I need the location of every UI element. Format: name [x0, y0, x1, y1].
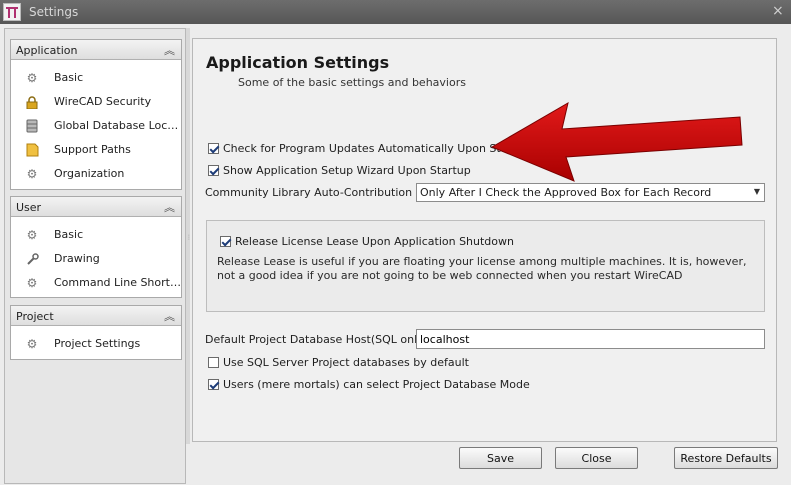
close-window-icon[interactable]: × [772, 3, 784, 19]
gear-icon: ⚙ [26, 276, 38, 290]
community-library-label: Community Library Auto-Contribution Mode [205, 186, 446, 199]
restore-defaults-button[interactable]: Restore Defaults [674, 447, 778, 469]
sidebar-item-user-basic[interactable]: ⚙ Basic [11, 223, 181, 247]
collapse-icon[interactable]: ︽ [164, 42, 175, 58]
window-title: Settings [29, 5, 79, 19]
nav-group-title: Project [16, 310, 54, 323]
checkbox-label: Use SQL Server Project databases by defa… [223, 356, 469, 369]
nav-group-header-project[interactable]: Project ︽ [11, 306, 181, 326]
pane-splitter[interactable]: ⋮ [186, 28, 192, 444]
release-lease-description: Release Lease is useful if you are float… [217, 255, 747, 282]
release-lease-checkbox[interactable] [220, 236, 231, 247]
sidebar-item-global-database-location[interactable]: Global Database Loc… [11, 114, 181, 138]
sidebar-item-label: WireCAD Security [54, 95, 152, 108]
nav-group-user: User ︽ ⚙ Basic Drawing ⚙ Command Line Sh… [10, 196, 182, 298]
collapse-icon[interactable]: ︽ [164, 308, 175, 324]
gear-icon: ⚙ [26, 71, 38, 85]
nav-group-title: User [16, 201, 42, 214]
sidebar-item-label: Drawing [54, 252, 100, 265]
community-library-dropdown[interactable]: Only After I Check the Approved Box for … [416, 183, 765, 202]
gear-icon: ⚙ [26, 337, 38, 351]
nav-group-header-user[interactable]: User ︽ [11, 197, 181, 217]
sidebar-item-project-settings[interactable]: ⚙ Project Settings [11, 332, 181, 356]
dropdown-value: Only After I Check the Approved Box for … [420, 186, 712, 199]
sidebar-item-organization[interactable]: ⚙ Organization [11, 162, 181, 186]
gear-icon: ⚙ [26, 167, 38, 181]
use-sql-server-option[interactable]: Use SQL Server Project databases by defa… [208, 356, 469, 369]
use-sql-server-checkbox[interactable] [208, 357, 219, 368]
db-host-input[interactable] [417, 330, 764, 348]
release-lease-option[interactable]: Release License Lease Upon Application S… [220, 235, 514, 248]
sidebar-item-label: Organization [54, 167, 125, 180]
sidebar-item-label: Support Paths [54, 143, 131, 156]
sidebar-item-label: Command Line Short… [54, 276, 181, 289]
wrench-icon [25, 252, 39, 266]
folder-icon [25, 143, 39, 157]
page-title: Application Settings [206, 53, 390, 72]
app-icon [3, 3, 21, 21]
collapse-icon[interactable]: ︽ [164, 199, 175, 215]
show-wizard-checkbox[interactable] [208, 165, 219, 176]
sidebar-item-label: Basic [54, 228, 84, 241]
sidebar-item-label: Project Settings [54, 337, 141, 350]
nav-group-application: Application ︽ ⚙ Basic WireCAD Security G… [10, 39, 182, 190]
close-button[interactable]: Close [555, 447, 638, 469]
database-icon [25, 119, 39, 133]
sidebar-item-command-line-shortcuts[interactable]: ⚙ Command Line Short… [11, 271, 181, 295]
check-updates-option[interactable]: Check for Program Updates Automatically … [208, 142, 530, 155]
chevron-down-icon[interactable]: ▼ [754, 187, 760, 196]
check-updates-checkbox[interactable] [208, 143, 219, 154]
page-subtitle: Some of the basic settings and behaviors [238, 76, 466, 89]
checkbox-label: Users (mere mortals) can select Project … [223, 378, 530, 391]
sidebar-item-support-paths[interactable]: Support Paths [11, 138, 181, 162]
sidebar-item-wirecad-security[interactable]: WireCAD Security [11, 90, 181, 114]
checkbox-label: Show Application Setup Wizard Upon Start… [223, 164, 471, 177]
window-titlebar: Settings × [0, 0, 791, 24]
users-select-mode-option[interactable]: Users (mere mortals) can select Project … [208, 378, 530, 391]
users-select-mode-checkbox[interactable] [208, 379, 219, 390]
red-arrow-annotation [490, 101, 743, 182]
lock-icon [25, 95, 39, 109]
db-host-field[interactable] [416, 329, 765, 349]
db-host-label: Default Project Database Host(SQL only) [205, 333, 428, 346]
checkbox-label: Release License Lease Upon Application S… [235, 235, 514, 248]
checkbox-label: Check for Program Updates Automatically … [223, 142, 531, 155]
nav-group-title: Application [16, 44, 78, 57]
sidebar-item-drawing[interactable]: Drawing [11, 247, 181, 271]
nav-group-project: Project ︽ ⚙ Project Settings [10, 305, 182, 360]
sidebar-item-label: Global Database Loc… [54, 119, 179, 132]
gear-icon: ⚙ [26, 228, 38, 242]
sidebar-item-label: Basic [54, 71, 84, 84]
save-button[interactable]: Save [459, 447, 542, 469]
nav-group-header-application[interactable]: Application ︽ [11, 40, 181, 60]
show-wizard-option[interactable]: Show Application Setup Wizard Upon Start… [208, 164, 471, 177]
sidebar-item-basic[interactable]: ⚙ Basic [11, 66, 181, 90]
